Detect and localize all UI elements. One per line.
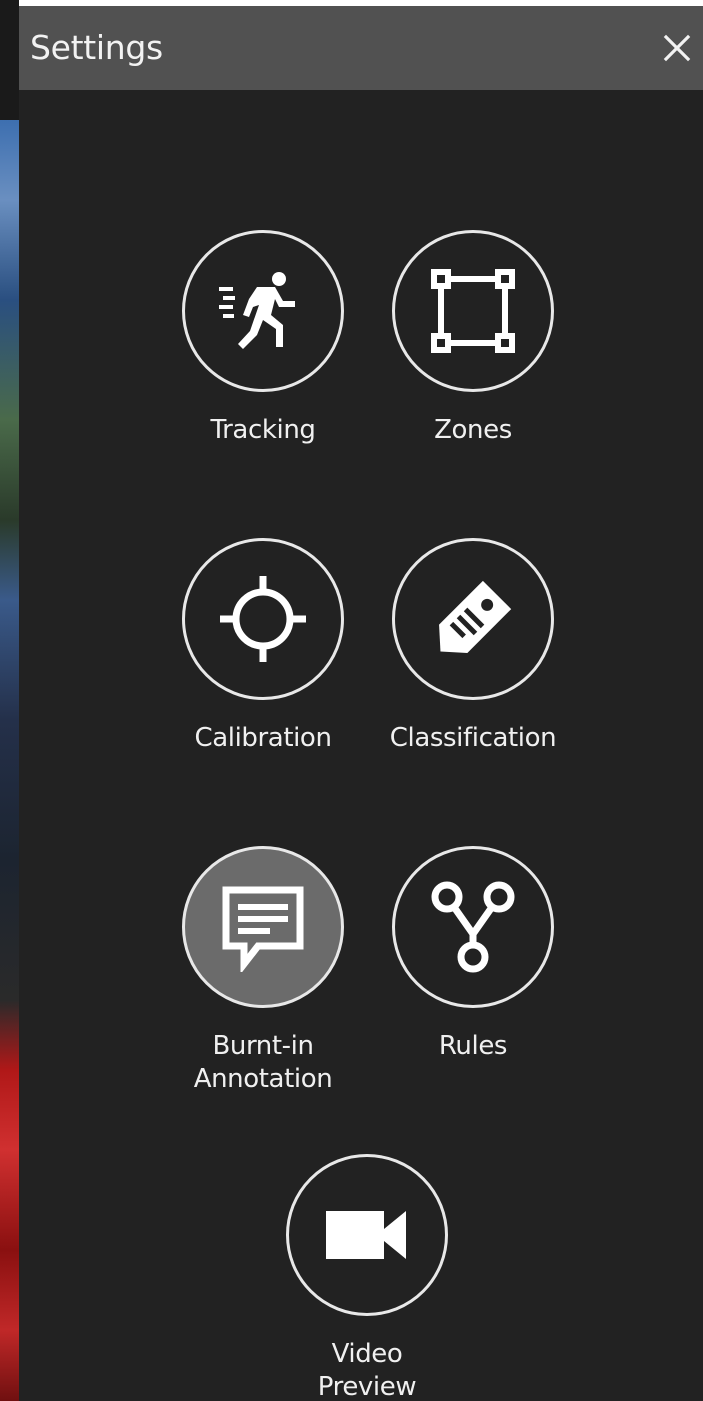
tile-label-video-preview: Video Preview	[317, 1339, 417, 1401]
video-camera-icon	[326, 1211, 406, 1259]
comment-icon	[222, 886, 304, 972]
tile-label-calibration: Calibration	[194, 723, 332, 753]
background-video-strip	[0, 0, 19, 1401]
video-preview-circle	[286, 1154, 448, 1316]
running-person-icon	[219, 272, 295, 349]
rules-circle	[392, 846, 554, 1008]
tile-zones[interactable]: Zones	[368, 230, 578, 447]
tile-video-preview[interactable]: Video Preview	[262, 1154, 472, 1401]
panel-title: Settings	[30, 28, 163, 67]
tracking-circle	[182, 230, 344, 392]
tile-tracking[interactable]: Tracking	[158, 230, 368, 447]
bounding-box-icon	[431, 269, 515, 353]
classification-circle	[392, 538, 554, 700]
tile-label-rules: Rules	[438, 1031, 508, 1061]
zones-circle	[392, 230, 554, 392]
tile-rules[interactable]: Rules	[368, 846, 578, 1063]
tile-burnt-in-annotation[interactable]: Burnt-in Annotation	[158, 846, 368, 1096]
settings-window: Settings Tracking Zones Calibration Clas…	[0, 0, 703, 1401]
branch-icon	[431, 881, 515, 973]
close-button[interactable]	[657, 28, 697, 68]
tile-label-zones: Zones	[434, 415, 512, 445]
close-icon	[663, 34, 691, 62]
tile-label-burnt-in-annotation: Burnt-in Annotation	[193, 1031, 333, 1094]
tile-label-tracking: Tracking	[210, 415, 316, 445]
crosshair-icon	[220, 576, 306, 662]
tile-classification[interactable]: Classification	[368, 538, 578, 755]
settings-panel: Settings Tracking Zones Calibration Clas…	[19, 6, 703, 1401]
burnt-in-annotation-circle	[182, 846, 344, 1008]
calibration-circle	[182, 538, 344, 700]
panel-header: Settings	[19, 6, 703, 90]
tile-label-classification: Classification	[389, 723, 557, 753]
tag-icon	[439, 580, 512, 653]
tile-calibration[interactable]: Calibration	[158, 538, 368, 755]
